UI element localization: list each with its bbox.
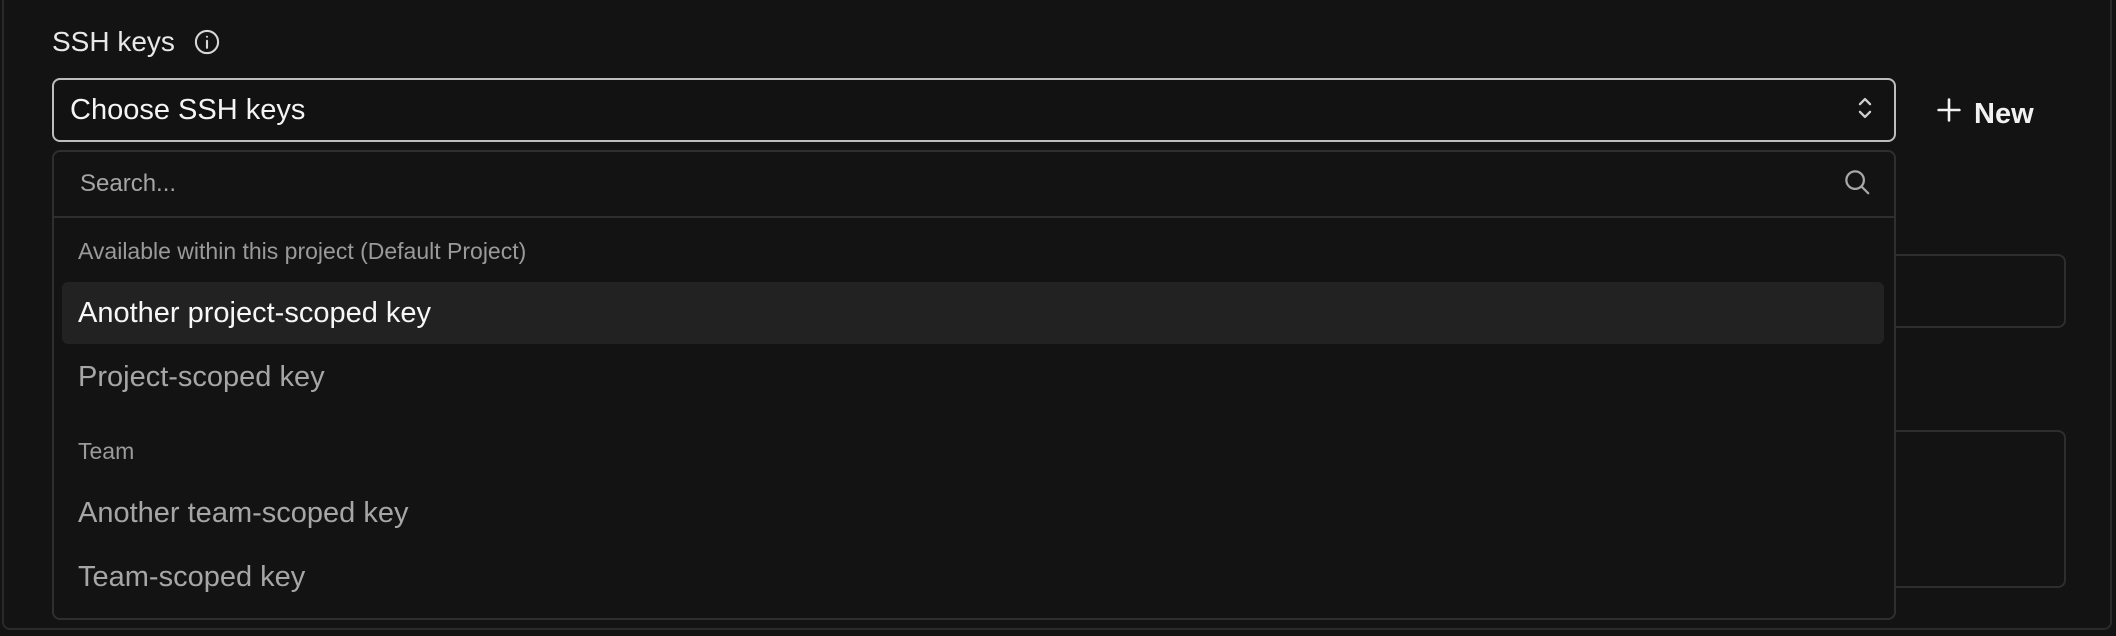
- dropdown-search-row: [54, 152, 1894, 218]
- ssh-keys-dropdown: Available within this project (Default P…: [52, 150, 1896, 620]
- chevron-up-down-icon: [1854, 94, 1876, 127]
- search-input[interactable]: [78, 169, 1842, 199]
- ssh-keys-label-row: SSH keys: [52, 22, 221, 62]
- search-icon: [1842, 167, 1872, 202]
- plus-icon: [1936, 97, 1962, 131]
- option-another-team-scoped-key[interactable]: Another team-scoped key: [62, 482, 1884, 544]
- new-button-label: New: [1974, 97, 2034, 130]
- info-circle-icon[interactable]: [193, 28, 221, 56]
- option-team-scoped-key[interactable]: Team-scoped key: [62, 546, 1884, 608]
- select-value: Choose SSH keys: [70, 93, 306, 126]
- background-textarea: [1880, 430, 2066, 588]
- background-input: [1880, 254, 2066, 328]
- option-project-scoped-key[interactable]: Project-scoped key: [62, 346, 1884, 408]
- group-label-project: Available within this project (Default P…: [78, 238, 527, 264]
- ssh-keys-select[interactable]: Choose SSH keys: [52, 78, 1896, 142]
- group-label-team: Team: [78, 438, 135, 464]
- new-ssh-key-button[interactable]: New: [1936, 90, 2034, 138]
- option-another-project-scoped-key[interactable]: Another project-scoped key: [62, 282, 1884, 344]
- field-label: SSH keys: [52, 26, 175, 57]
